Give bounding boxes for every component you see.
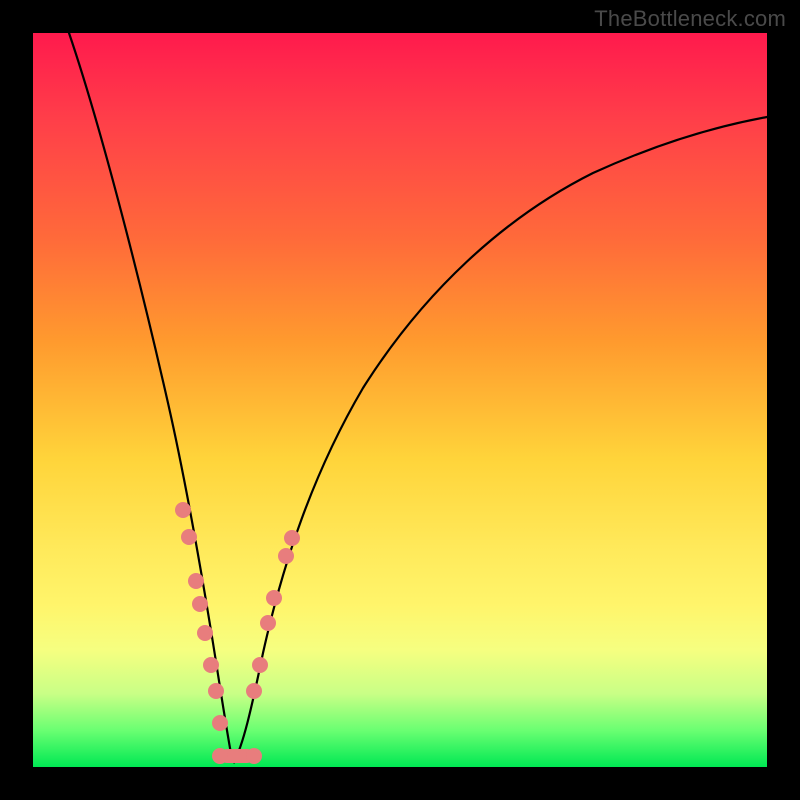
bottleneck-curve-svg: [33, 33, 767, 767]
bottleneck-curve: [69, 33, 767, 762]
bottom-bar: [212, 748, 262, 764]
chart-frame: TheBottleneck.com: [0, 0, 800, 800]
left-branch-dots: [175, 502, 228, 731]
watermark-text: TheBottleneck.com: [594, 6, 786, 32]
plot-area: [33, 33, 767, 767]
